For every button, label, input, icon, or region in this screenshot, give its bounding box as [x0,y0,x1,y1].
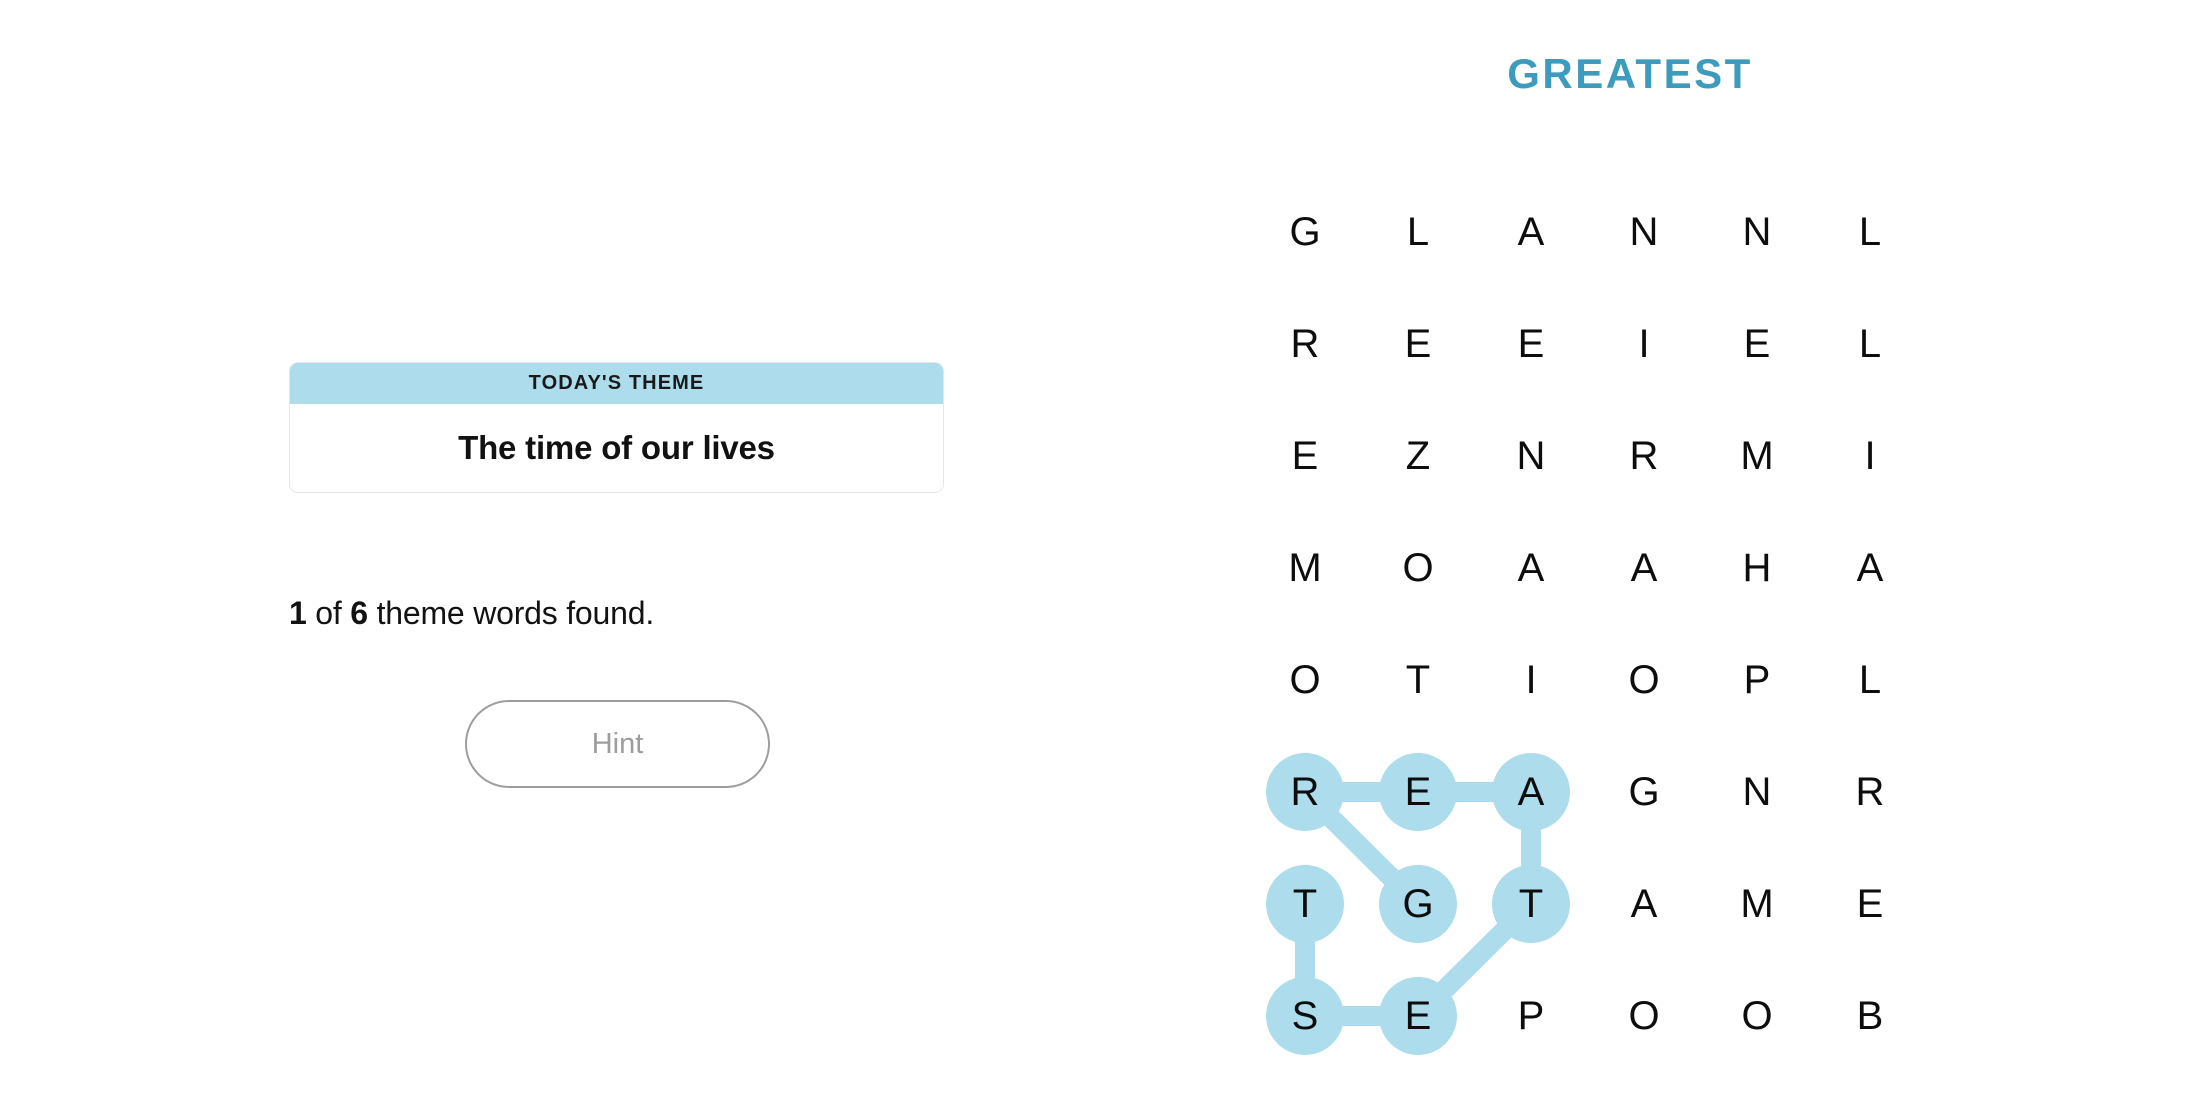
grid-cell-r5c4[interactable]: O [1605,641,1683,719]
progress-suffix-text: theme words found. [367,595,655,631]
grid-cell-r2c6[interactable]: L [1831,305,1909,383]
grid-cell-r1c3[interactable]: A [1492,193,1570,271]
grid-cell-r2c5[interactable]: E [1718,305,1796,383]
grid-cell-r8c3[interactable]: P [1492,977,1570,1055]
grid-cell-r4c3[interactable]: A [1492,529,1570,607]
grid-cell-r5c2[interactable]: T [1379,641,1457,719]
grid-cell-r5c5[interactable]: P [1718,641,1796,719]
letter-grid[interactable]: GLANNLREEIELEZNRMIMOAAHAOTIOPLREAGNRTGTA… [1230,0,2200,1100]
theme-phrase: The time of our lives [458,429,775,466]
grid-cell-r1c1[interactable]: G [1266,193,1344,271]
grid-cell-r6c4[interactable]: G [1605,753,1683,831]
grid-cell-r3c1[interactable]: E [1266,417,1344,495]
grid-cell-r3c4[interactable]: R [1605,417,1683,495]
grid-cell-r1c5[interactable]: N [1718,193,1796,271]
grid-cell-r3c5[interactable]: M [1718,417,1796,495]
progress-of-text: of [306,595,351,631]
grid-cell-r5c1[interactable]: O [1266,641,1344,719]
grid-cell-r8c6[interactable]: B [1831,977,1909,1055]
grid-cell-r3c6[interactable]: I [1831,417,1909,495]
selection-path-overlay [1295,782,1541,1026]
grid-cell-r5c3[interactable]: I [1492,641,1570,719]
grid-cell-r6c5[interactable]: N [1718,753,1796,831]
grid-cell-r7c5[interactable]: M [1718,865,1796,943]
grid-cell-r7c3[interactable]: T [1492,865,1570,943]
grid-cell-r3c3[interactable]: N [1492,417,1570,495]
grid-cell-r2c4[interactable]: I [1605,305,1683,383]
progress-status-text: 1 of 6 theme words found. [0,595,943,632]
grid-cell-r1c2[interactable]: L [1379,193,1457,271]
grid-cell-r5c6[interactable]: L [1831,641,1909,719]
grid-cell-r3c2[interactable]: Z [1379,417,1457,495]
board-panel: GREATEST GLANNLREEIELEZNRMIMOAAHAOTIOPLR… [1230,0,2200,1100]
grid-cell-r8c1[interactable]: S [1266,977,1344,1055]
grid-cell-r4c1[interactable]: M [1266,529,1344,607]
grid-cell-r6c1[interactable]: R [1266,753,1344,831]
theme-card-body: The time of our lives [290,404,943,492]
grid-cell-r2c2[interactable]: E [1379,305,1457,383]
grid-cell-r8c5[interactable]: O [1718,977,1796,1055]
grid-cell-r4c2[interactable]: O [1379,529,1457,607]
grid-cell-r2c1[interactable]: R [1266,305,1344,383]
theme-card-header-label: TODAY'S THEME [290,363,943,404]
grid-cell-r6c2[interactable]: E [1379,753,1457,831]
grid-cell-r1c6[interactable]: L [1831,193,1909,271]
grid-cell-r4c4[interactable]: A [1605,529,1683,607]
grid-cell-r8c2[interactable]: E [1379,977,1457,1055]
grid-cell-r4c6[interactable]: A [1831,529,1909,607]
grid-cell-r7c2[interactable]: G [1379,865,1457,943]
grid-cell-r1c4[interactable]: N [1605,193,1683,271]
grid-cell-r6c6[interactable]: R [1831,753,1909,831]
grid-cell-r8c4[interactable]: O [1605,977,1683,1055]
grid-cell-r2c3[interactable]: E [1492,305,1570,383]
left-panel: TODAY'S THEME The time of our lives 1 of… [0,0,1230,1100]
found-count: 1 [288,595,307,631]
grid-cell-r4c5[interactable]: H [1718,529,1796,607]
total-count: 6 [350,595,368,631]
hint-button[interactable]: Hint [465,700,770,788]
grid-cell-r6c3[interactable]: A [1492,753,1570,831]
grid-cell-r7c6[interactable]: E [1831,865,1909,943]
grid-cell-r7c1[interactable]: T [1266,865,1344,943]
theme-card: TODAY'S THEME The time of our lives [289,362,944,493]
grid-cell-r7c4[interactable]: A [1605,865,1683,943]
